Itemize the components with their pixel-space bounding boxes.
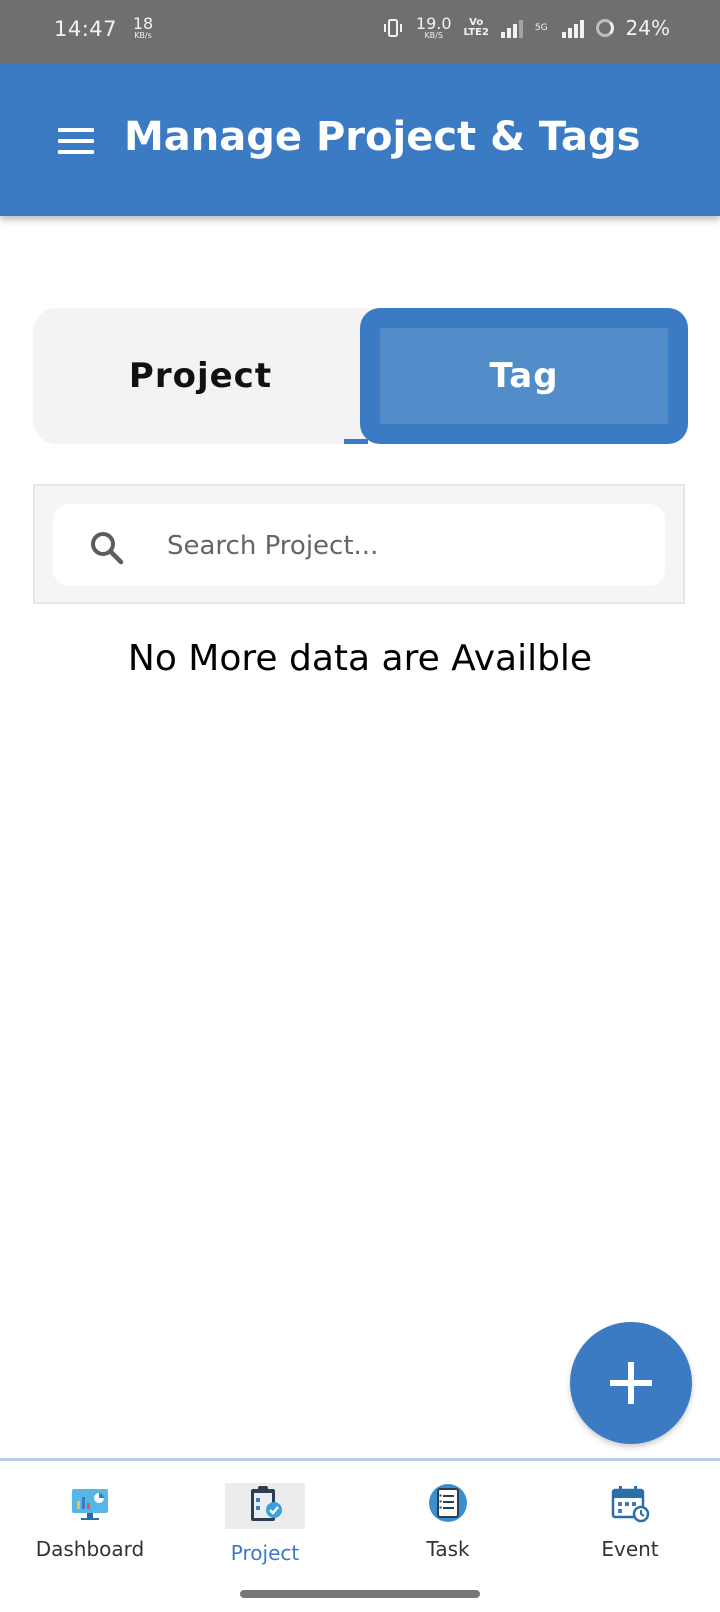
home-indicator[interactable] — [240, 1590, 480, 1598]
signal-icon-1 — [500, 18, 523, 38]
add-button[interactable] — [570, 1322, 692, 1444]
vibrate-icon — [383, 19, 402, 37]
nav-item-event[interactable]: Event — [540, 1461, 720, 1581]
network-speed-left: 18 KB/s — [132, 14, 154, 40]
nav-label-project: Project — [230, 1541, 300, 1565]
bottom-navigation: Dashboard Project Task Event — [0, 1458, 720, 1612]
tab-project-label: Project — [128, 356, 273, 396]
calendar-event-icon — [611, 1486, 650, 1523]
tab-tag-label: Tag — [380, 328, 668, 424]
nav-item-project[interactable]: Project — [175, 1461, 355, 1581]
search-box[interactable] — [53, 504, 665, 586]
hamburger-menu-icon[interactable] — [58, 128, 94, 154]
dashboard-icon — [72, 1489, 108, 1520]
nav-label-task: Task — [426, 1537, 470, 1561]
network-speed-right: 19.0 KB/S — [415, 14, 452, 40]
project-clipboard-icon — [251, 1486, 282, 1521]
battery-icon — [595, 19, 614, 37]
status-icons: 19.0 KB/S Vo LTE2 5G 24% — [382, 16, 670, 40]
tab-tag[interactable]: Tag — [360, 308, 688, 444]
status-bar: 14:47 18 KB/s 19.0 KB/S Vo LTE2 5G 24% — [0, 0, 720, 64]
search-container — [33, 484, 685, 604]
empty-state-message: No More data are Availble — [127, 638, 593, 679]
nav-item-task[interactable]: Task — [358, 1461, 538, 1581]
nav-item-dashboard[interactable]: Dashboard — [0, 1461, 180, 1581]
status-time: 14:47 — [54, 17, 118, 41]
network-type: 5G — [534, 22, 548, 33]
page-title: Manage Project & Tags — [124, 114, 641, 160]
nav-label-event: Event — [601, 1537, 659, 1561]
search-icon — [91, 532, 124, 565]
volte-icon: Vo LTE2 — [463, 17, 489, 38]
tab-project[interactable]: Project — [33, 308, 368, 444]
signal-icon-2 — [561, 18, 584, 38]
search-input[interactable] — [165, 514, 649, 578]
app-bar: Manage Project & Tags — [0, 64, 720, 216]
battery-percent: 24% — [625, 16, 670, 40]
tab-indicator — [344, 439, 368, 444]
nav-label-dashboard: Dashboard — [35, 1537, 145, 1561]
task-list-icon — [429, 1484, 467, 1522]
